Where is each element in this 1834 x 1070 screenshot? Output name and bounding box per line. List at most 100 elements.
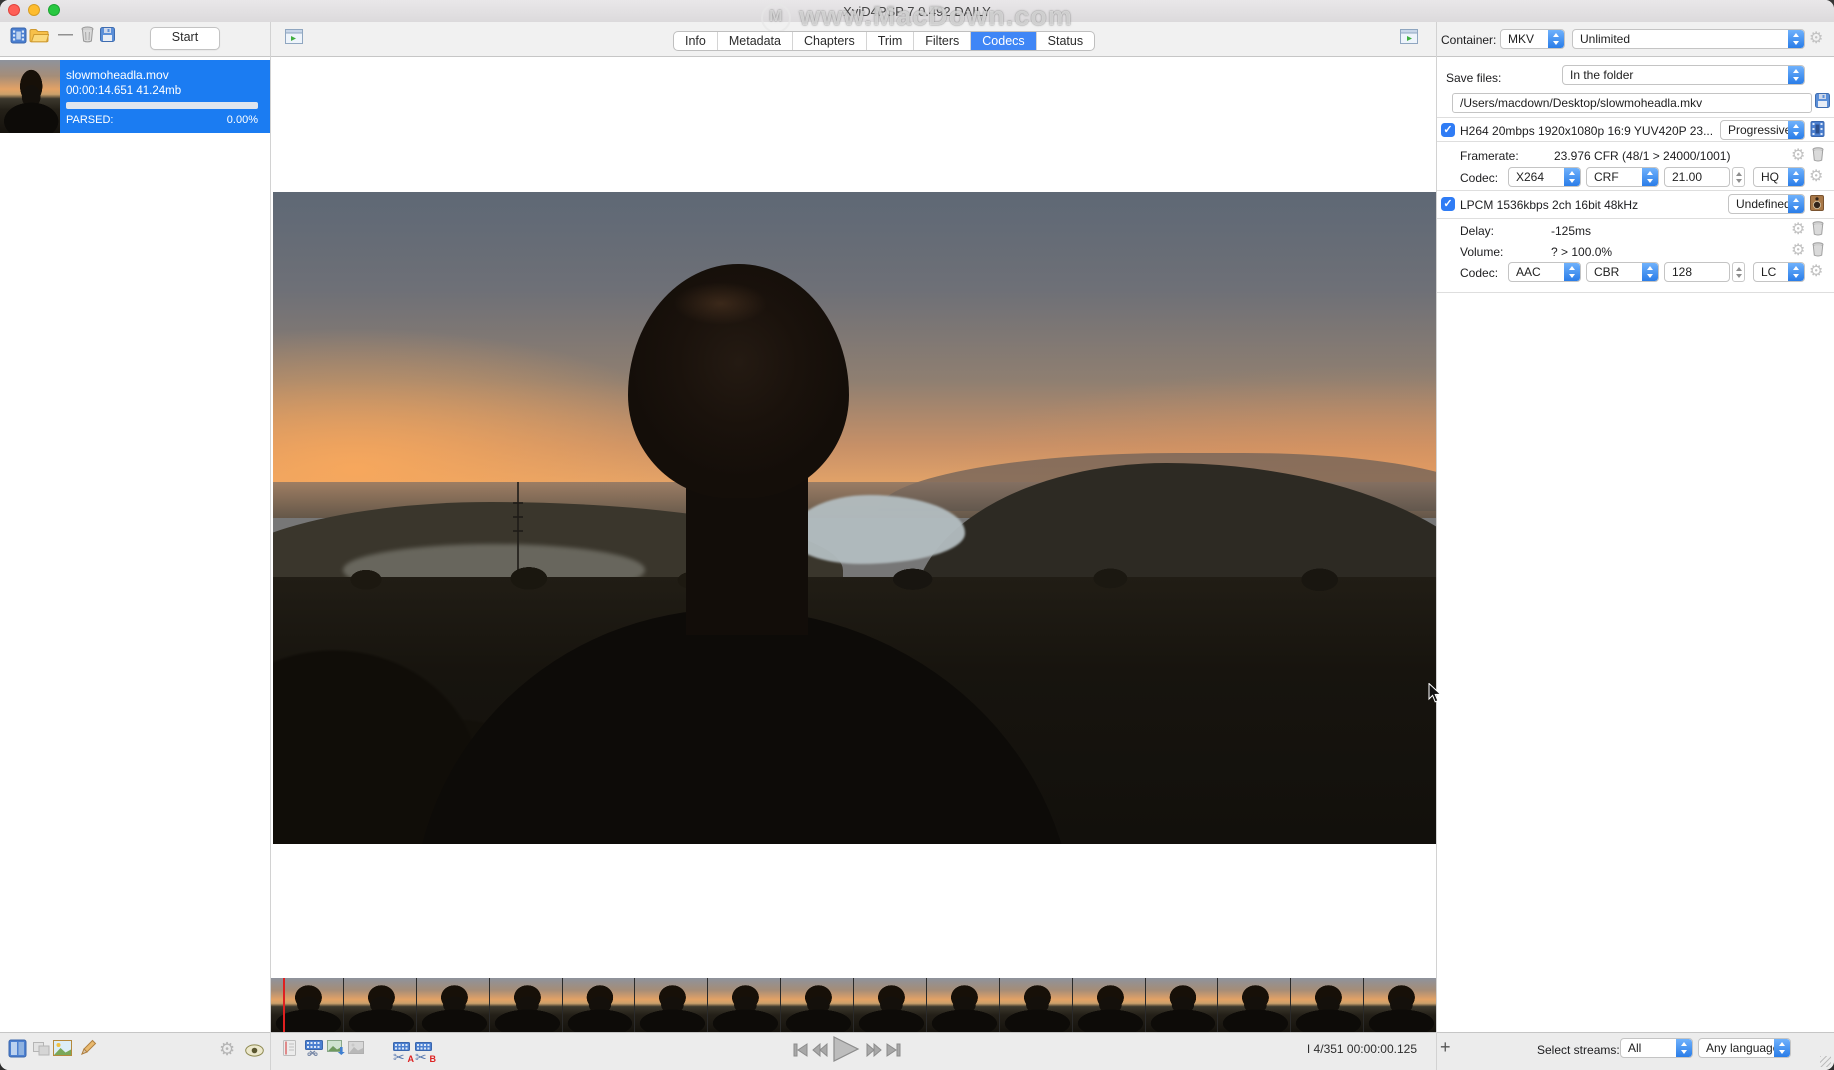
tab-info[interactable]: Info — [674, 32, 717, 50]
left-panel-divider — [270, 22, 271, 1070]
preview-settings-gear-icon[interactable]: ⚙ — [219, 1041, 235, 1057]
play-button[interactable] — [831, 1035, 861, 1068]
delay-gear-icon[interactable]: ⚙ — [1791, 222, 1805, 238]
tab-trim[interactable]: Trim — [866, 32, 914, 50]
dual-view-icon[interactable] — [33, 1042, 50, 1061]
filmstrip-thumb[interactable] — [635, 978, 707, 1032]
file-list-item[interactable]: slowmoheadla.mov 00:00:14.651 41.24mb PA… — [0, 60, 271, 133]
filmstrip-thumb[interactable] — [1218, 978, 1290, 1032]
video-codec-dropdown[interactable]: X264 — [1508, 167, 1581, 187]
audio-stream-checkbox[interactable]: ✓ — [1441, 197, 1455, 211]
edit-pencil-icon[interactable] — [80, 1039, 97, 1061]
delay-value: -125ms — [1551, 224, 1591, 238]
trim-filmstrip-icon[interactable] — [305, 1040, 323, 1061]
save-files-label: Save files: — [1446, 71, 1501, 85]
audio-codec-label: Codec: — [1460, 266, 1498, 280]
filmstrip-thumb[interactable] — [1291, 978, 1363, 1032]
playhead-marker[interactable] — [283, 978, 285, 1032]
preview-image-icon[interactable] — [53, 1040, 72, 1061]
filmstrip-thumb[interactable] — [1364, 978, 1436, 1032]
chevron-updown-icon — [1676, 1039, 1692, 1057]
trash-icon[interactable] — [81, 26, 94, 48]
add-file-icon[interactable] — [10, 27, 27, 49]
filmstrip-thumb[interactable] — [1146, 978, 1218, 1032]
start-button[interactable]: Start — [150, 27, 220, 50]
tab-chapters[interactable]: Chapters — [792, 32, 866, 50]
chevron-updown-icon — [1788, 195, 1804, 213]
save-frame-icon[interactable] — [327, 1040, 345, 1060]
rewind-button[interactable] — [812, 1043, 828, 1062]
scan-type-dropdown[interactable]: Progressive — [1720, 120, 1805, 140]
video-quality-field[interactable]: 21.00 — [1664, 167, 1730, 187]
report-icon[interactable] — [283, 1040, 296, 1061]
video-stream-checkbox[interactable]: ✓ — [1441, 123, 1455, 137]
audio-language-dropdown[interactable]: Undefined — [1728, 194, 1805, 214]
filmstrip-thumb[interactable] — [708, 978, 780, 1032]
preview-eye-icon[interactable] — [245, 1044, 264, 1062]
resize-grip[interactable] — [1820, 1056, 1831, 1067]
tab-filters[interactable]: Filters — [913, 32, 970, 50]
volume-trash-icon[interactable] — [1812, 242, 1824, 262]
chevron-updown-icon — [1548, 30, 1564, 48]
skip-start-button[interactable] — [793, 1043, 808, 1062]
chevron-updown-icon — [1774, 1039, 1790, 1057]
container-profile-dropdown[interactable]: Unlimited — [1572, 29, 1805, 49]
filmstrip-thumb[interactable] — [344, 978, 416, 1032]
save-path-icon[interactable] — [1815, 93, 1830, 113]
toggle-right-panel-icon[interactable] — [1400, 29, 1418, 49]
filmstrip-thumb[interactable] — [490, 978, 562, 1032]
audio-codec-gear-icon[interactable]: ⚙ — [1809, 264, 1823, 280]
streams-filter-dropdown[interactable]: All — [1620, 1038, 1693, 1058]
filmstrip-thumb[interactable] — [563, 978, 635, 1032]
chevron-updown-icon — [1564, 263, 1580, 281]
container-settings-gear-icon[interactable]: ⚙ — [1809, 31, 1823, 47]
framerate-gear-icon[interactable]: ⚙ — [1791, 148, 1805, 164]
video-codec-gear-icon[interactable]: ⚙ — [1809, 169, 1823, 185]
tab-metadata[interactable]: Metadata — [717, 32, 792, 50]
audio-profile-dropdown[interactable]: LC — [1753, 262, 1805, 282]
framerate-value: 23.976 CFR (48/1 > 24000/1001) — [1554, 149, 1730, 163]
cut-start-icon[interactable]: ✂ A — [393, 1038, 412, 1062]
open-folder-icon[interactable] — [29, 28, 49, 48]
tab-codecs[interactable]: Codecs — [970, 32, 1035, 50]
file-list-view-icon[interactable] — [8, 1039, 27, 1063]
compare-frames-icon[interactable] — [348, 1041, 364, 1059]
save-path-field[interactable] — [1452, 93, 1812, 113]
frame-position-readout: I 4/351 00:00:00.125 — [1280, 1042, 1417, 1056]
remove-file-icon[interactable]: — — [58, 26, 73, 43]
add-stream-button[interactable]: + — [1440, 1037, 1451, 1058]
video-quality-stepper[interactable] — [1732, 167, 1745, 187]
filmstrip-thumb[interactable] — [1073, 978, 1145, 1032]
audio-stream-summary: LPCM 1536kbps 2ch 16bit 48kHz — [1460, 198, 1638, 212]
filmstrip-thumb[interactable] — [417, 978, 489, 1032]
audio-bitrate-stepper[interactable] — [1732, 262, 1745, 282]
filmstrip-thumb[interactable] — [781, 978, 853, 1032]
video-preset-dropdown[interactable]: HQ — [1753, 167, 1805, 187]
filmstrip-thumb[interactable] — [927, 978, 999, 1032]
filmstrip-thumb[interactable] — [1000, 978, 1072, 1032]
volume-gear-icon[interactable]: ⚙ — [1791, 243, 1805, 259]
language-filter-dropdown[interactable]: Any language — [1698, 1038, 1791, 1058]
chevron-updown-icon — [1788, 121, 1804, 139]
file-thumbnail — [0, 60, 60, 133]
skip-end-button[interactable] — [886, 1043, 901, 1062]
window-title: XviD4PSP 7.0.492 DAILY — [0, 4, 1834, 19]
audio-ratemode-dropdown[interactable]: CBR — [1586, 262, 1659, 282]
framerate-trash-icon[interactable] — [1812, 147, 1824, 167]
filmstrip-thumb[interactable] — [271, 978, 343, 1032]
fast-forward-button[interactable] — [866, 1043, 882, 1062]
container-format-dropdown[interactable]: MKV — [1500, 29, 1565, 49]
audio-bitrate-field[interactable]: 128 — [1664, 262, 1730, 282]
save-icon[interactable] — [100, 27, 115, 47]
audio-codec-dropdown[interactable]: AAC — [1508, 262, 1581, 282]
right-panel-divider — [1436, 22, 1437, 1070]
filmstrip-thumb[interactable] — [854, 978, 926, 1032]
save-mode-dropdown[interactable]: In the folder — [1562, 65, 1805, 85]
tab-status[interactable]: Status — [1036, 32, 1094, 50]
delay-trash-icon[interactable] — [1812, 221, 1824, 241]
filmstrip[interactable] — [271, 978, 1436, 1032]
toggle-left-panel-icon[interactable] — [285, 29, 303, 49]
cut-end-icon[interactable]: ✂ B — [415, 1038, 434, 1062]
video-ratemode-dropdown[interactable]: CRF — [1586, 167, 1659, 187]
chevron-updown-icon — [1642, 168, 1658, 186]
